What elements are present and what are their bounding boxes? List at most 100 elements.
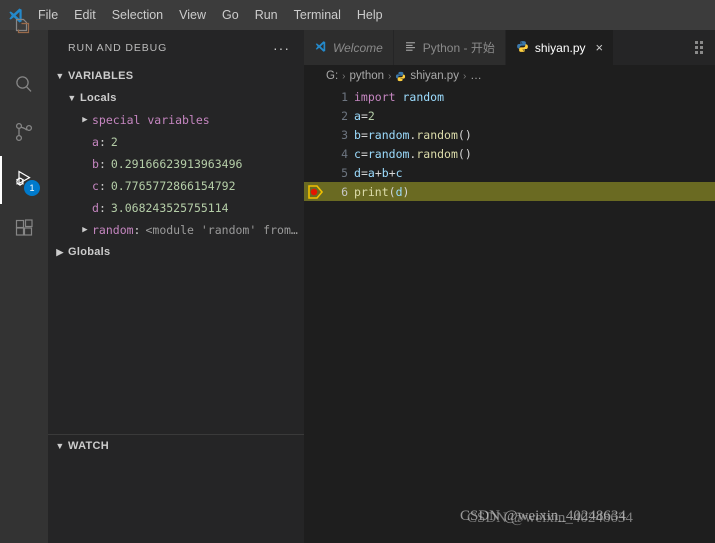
editor-actions-icon[interactable]: [683, 30, 715, 65]
gutter[interactable]: [304, 106, 328, 125]
code-line-1[interactable]: 1 import random: [304, 87, 715, 106]
tab-label: shiyan.py: [534, 40, 586, 55]
chevron-down-icon: ▼: [55, 71, 65, 81]
tab-welcome[interactable]: Welcome: [304, 30, 394, 65]
editor-area: Welcome Python - 开始 shiyan.py × G: › pyt…: [304, 30, 715, 543]
variable-name: special variables: [92, 113, 210, 127]
menu-selection[interactable]: Selection: [104, 0, 171, 30]
activitybar-item-source-control[interactable]: [0, 108, 48, 156]
section-header-variables[interactable]: ▼ VARIABLES: [48, 65, 304, 87]
code-line-text: a=2: [354, 108, 375, 123]
gutter[interactable]: [304, 144, 328, 163]
activity-bar: 1: [0, 18, 48, 543]
code-editor[interactable]: 1 import random 2 a=2 3 b=random.random(…: [304, 87, 715, 201]
variable-value: 0.7765772866154792: [110, 179, 236, 193]
code-line-text: c=random.random(): [354, 146, 472, 161]
tab-label: Python - 开始: [422, 41, 495, 55]
scope-globals[interactable]: ▶ Globals: [48, 241, 304, 263]
line-number: 4: [341, 146, 348, 161]
close-icon[interactable]: ×: [596, 41, 604, 54]
code-line-3[interactable]: 3 b=random.random(): [304, 125, 715, 144]
breadcrumb-separator: ›: [342, 70, 346, 82]
activitybar-item-explorer[interactable]: [0, 18, 48, 60]
gutter[interactable]: [304, 163, 328, 182]
variable-name: d: [92, 201, 99, 215]
variable-value: 2: [110, 135, 118, 149]
variable-value: 3.068243525755114: [110, 201, 229, 215]
menu-terminal[interactable]: Terminal: [286, 0, 349, 30]
variables-tree: ▼ Locals ▶ special variables a : 2 b : 0…: [48, 87, 304, 263]
menu-go[interactable]: Go: [214, 0, 247, 30]
line-number: 2: [341, 108, 348, 123]
extensions-icon: [15, 219, 33, 236]
menu-run[interactable]: Run: [247, 0, 286, 30]
variable-colon: :: [98, 201, 106, 215]
scope-locals[interactable]: ▼ Locals: [48, 87, 304, 109]
code-line-2[interactable]: 2 a=2: [304, 106, 715, 125]
code-line-4[interactable]: 4 c=random.random(): [304, 144, 715, 163]
code-line-5[interactable]: 5 d=a+b+c: [304, 163, 715, 182]
code-line-6[interactable]: 6 print(d): [304, 182, 715, 201]
menu-bar: File Edit Selection View Go Run Terminal…: [0, 0, 715, 30]
section-label-watch: WATCH: [68, 440, 110, 452]
variable-row-a[interactable]: a : 2: [48, 131, 304, 153]
chevron-right-icon: ▶: [56, 246, 64, 257]
section-label-variables: VARIABLES: [68, 70, 134, 82]
line-number: 6: [341, 184, 348, 199]
variable-colon: :: [98, 179, 106, 193]
source-control-icon: [15, 122, 33, 142]
chevron-down-icon: ▼: [55, 441, 65, 451]
walkthrough-icon: [404, 40, 417, 56]
variable-value: <module 'random' from…: [145, 223, 298, 237]
activitybar-item-search[interactable]: [0, 60, 48, 108]
python-icon: [516, 40, 529, 56]
variable-colon: :: [98, 157, 106, 171]
tab-label: Welcome: [333, 40, 383, 55]
breadcrumb-item-file[interactable]: shiyan.py: [410, 70, 459, 82]
code-line-text: d=a+b+c: [354, 165, 403, 180]
breadcrumb-item-folder[interactable]: python: [349, 70, 384, 82]
variable-name: random: [92, 223, 134, 237]
tab-python-getting-started[interactable]: Python - 开始: [393, 30, 506, 65]
files-icon: [15, 18, 30, 34]
variable-row-c[interactable]: c : 0.7765772866154792: [48, 175, 304, 197]
menu-help[interactable]: Help: [349, 0, 391, 30]
variable-row-b[interactable]: b : 0.29166623913963496: [48, 153, 304, 175]
activitybar-item-extensions[interactable]: [0, 204, 48, 252]
gutter[interactable]: [304, 125, 328, 144]
gutter[interactable]: [304, 87, 328, 106]
line-number: 5: [341, 165, 348, 180]
section-header-watch[interactable]: ▼ WATCH: [48, 434, 304, 457]
variable-row-random[interactable]: ▶ random : <module 'random' from…: [48, 219, 304, 241]
editor-tab-bar: Welcome Python - 开始 shiyan.py ×: [304, 30, 715, 65]
code-line-text: b=random.random(): [354, 127, 472, 142]
sidebar-more-actions-button[interactable]: ···: [265, 40, 298, 56]
scope-label-locals: Locals: [80, 92, 117, 104]
scope-label-globals: Globals: [68, 246, 111, 258]
sidebar-title-label: RUN AND DEBUG: [68, 41, 168, 54]
gutter-breakpoint-current[interactable]: [304, 182, 328, 201]
menu-view[interactable]: View: [171, 0, 214, 30]
line-number: 1: [341, 89, 348, 104]
code-line-text: import random: [354, 89, 445, 104]
variable-name: c: [92, 179, 99, 193]
python-icon: [395, 71, 406, 82]
variable-row-d[interactable]: d : 3.068243525755114: [48, 197, 304, 219]
breadcrumb-item-drive[interactable]: G:: [326, 70, 338, 82]
breadcrumb-separator: ›: [388, 70, 392, 82]
chevron-right-icon: ▶: [82, 115, 88, 125]
chevron-right-icon: ▶: [82, 225, 88, 235]
tab-shiyan-py[interactable]: shiyan.py ×: [505, 30, 615, 65]
variable-value: 0.29166623913963496: [110, 157, 243, 171]
chevron-down-icon: ▼: [67, 93, 77, 103]
code-line-text: print(d): [354, 184, 410, 199]
run-and-debug-badge: 1: [24, 180, 40, 196]
sidebar-header: RUN AND DEBUG ···: [48, 30, 304, 65]
breadcrumb: G: › python › shiyan.py › …: [304, 65, 715, 87]
breadcrumb-item-symbol[interactable]: …: [470, 70, 482, 82]
variable-row-special-variables[interactable]: ▶ special variables: [48, 109, 304, 131]
menu-edit[interactable]: Edit: [66, 0, 104, 30]
variable-name: a: [92, 135, 99, 149]
activitybar-item-run-and-debug[interactable]: 1: [0, 156, 48, 204]
